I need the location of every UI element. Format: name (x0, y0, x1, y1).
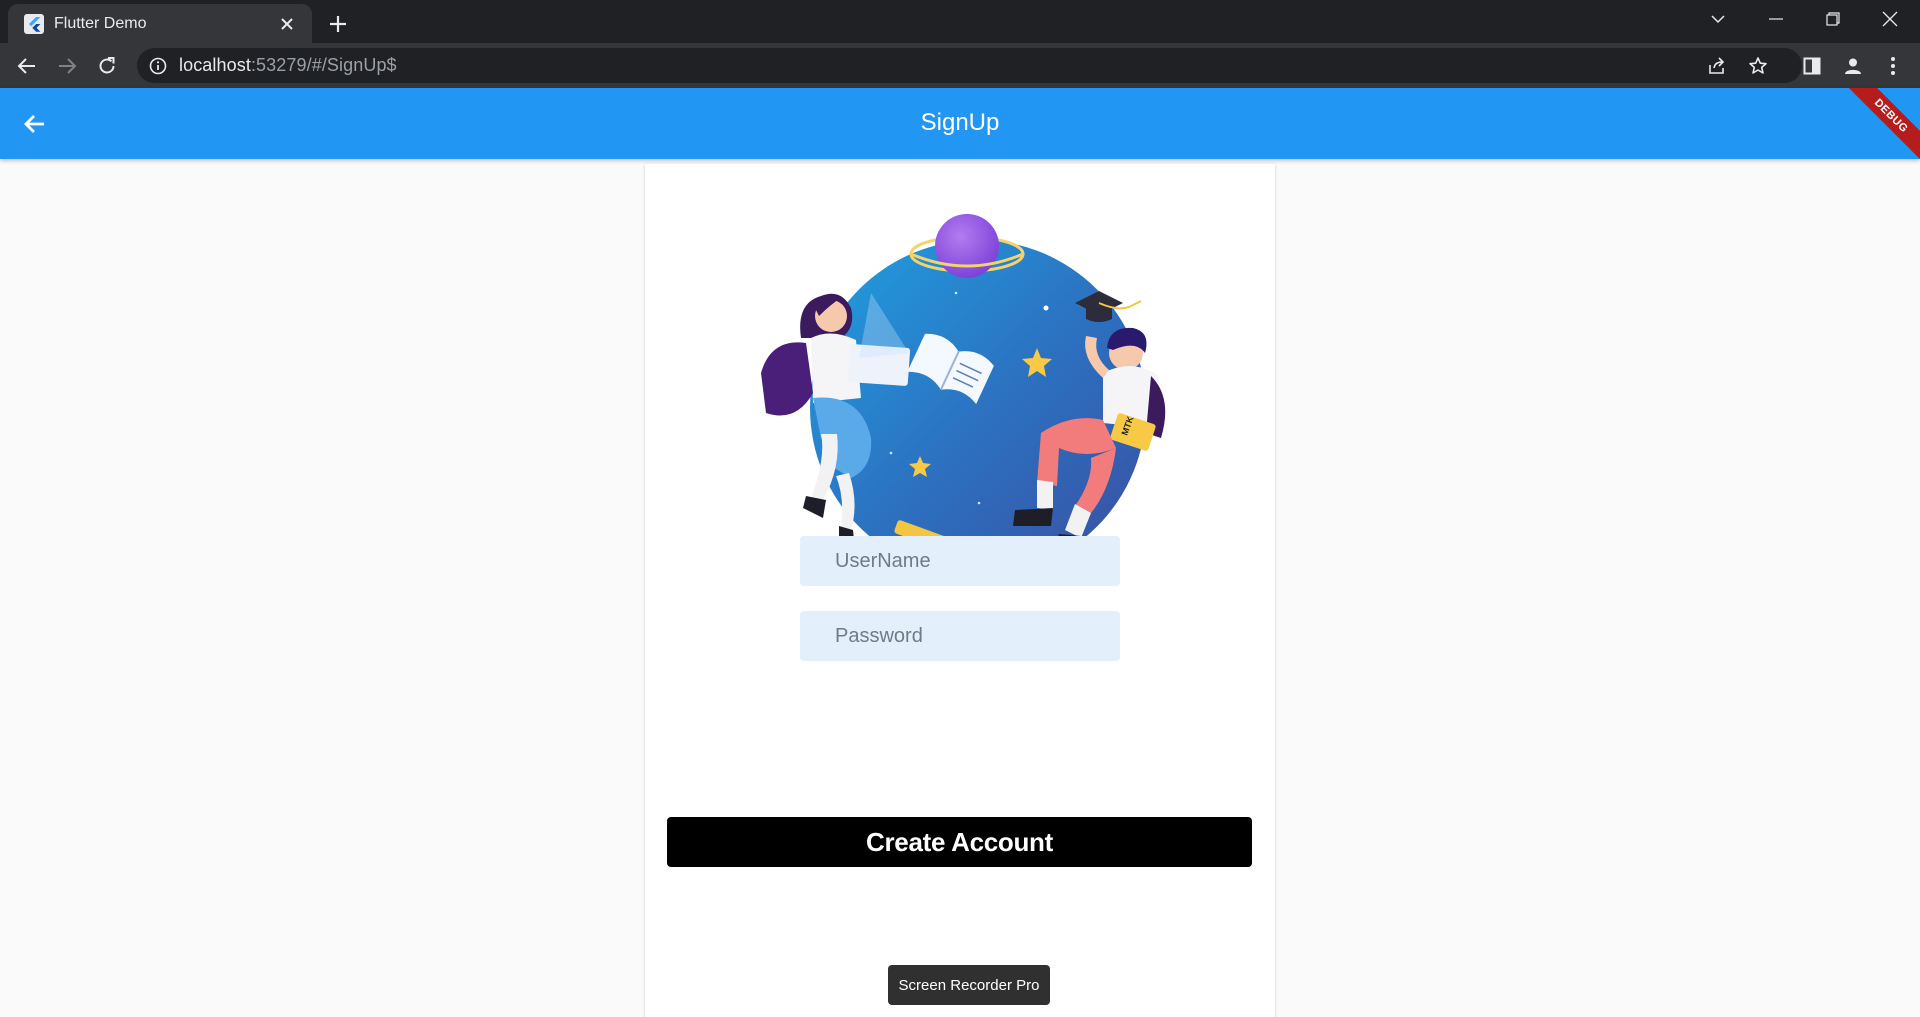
chevron-down-icon[interactable] (1690, 0, 1746, 38)
kebab-menu-icon[interactable] (1876, 49, 1910, 83)
profile-icon[interactable] (1836, 49, 1870, 83)
url-text: localhost:53279/#/SignUp$ (179, 55, 397, 76)
url-path: :53279/#/SignUp$ (250, 55, 397, 75)
star-icon[interactable] (1744, 52, 1772, 80)
url-host: localhost (179, 55, 251, 75)
signup-card: MTK Create Account (645, 164, 1275, 1017)
create-account-button[interactable]: Create Account (667, 817, 1252, 867)
share-icon[interactable] (1703, 52, 1731, 80)
password-field[interactable] (800, 611, 1120, 661)
username-input[interactable] (835, 549, 1120, 573)
browser-tab[interactable]: Flutter Demo (8, 4, 312, 43)
username-field[interactable] (800, 536, 1120, 586)
address-bar[interactable]: localhost:53279/#/SignUp$ (137, 48, 1802, 83)
screen-recorder-tooltip: Screen Recorder Pro (888, 965, 1050, 1005)
password-input[interactable] (835, 624, 1120, 648)
side-panel-icon[interactable] (1795, 49, 1829, 83)
tab-title: Flutter Demo (54, 14, 147, 32)
info-icon[interactable] (149, 57, 167, 75)
reload-icon[interactable] (90, 49, 124, 83)
minimize-icon[interactable] (1748, 0, 1804, 38)
window-close-icon[interactable] (1862, 0, 1918, 38)
flutter-icon (24, 13, 44, 34)
plus-icon[interactable] (322, 8, 354, 40)
close-icon[interactable] (274, 11, 300, 37)
browser-toolbar: localhost:53279/#/SignUp$ (0, 43, 1920, 88)
app-bar: SignUp DEBUG (0, 88, 1920, 159)
back-arrow-icon[interactable] (10, 49, 44, 83)
forward-arrow-icon[interactable] (50, 49, 84, 83)
page-title: SignUp (920, 109, 1000, 136)
browser-tab-strip: Flutter Demo (0, 0, 1920, 43)
restore-icon[interactable] (1805, 0, 1861, 38)
